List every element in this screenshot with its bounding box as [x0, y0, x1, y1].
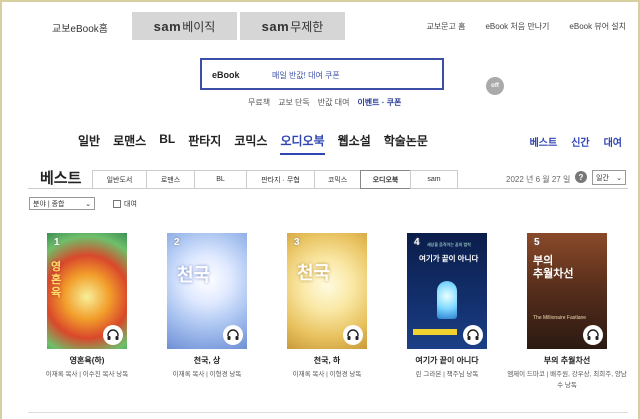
cover-subtitle-text: 세상을 움직이는 꿈의 법칙: [427, 242, 471, 247]
book-author: 이재록 목사 | 이형경 낭독: [172, 371, 242, 378]
rank-number: 3: [294, 237, 300, 248]
book-author: 이재록 목사 | 이형경 낭독: [292, 371, 362, 378]
section-title: 베스트: [40, 170, 82, 187]
search-category-label[interactable]: eBook: [212, 70, 240, 80]
book-cover[interactable]: 4 세상을 움직이는 꿈의 법칙 여기가 끝이 아니다: [407, 233, 487, 349]
cover-title-text: 천국: [177, 265, 211, 286]
genre-bl[interactable]: BL: [159, 132, 175, 155]
off-toggle-button[interactable]: off: [486, 77, 504, 95]
new-link[interactable]: 신간: [571, 134, 589, 149]
ranking-date: 2022 년 6 월 27 일: [506, 175, 571, 184]
headphone-icon: [343, 325, 363, 345]
rental-checkbox[interactable]: 대여: [113, 199, 137, 209]
checkbox-icon: [113, 200, 121, 208]
cover-title-text: 여기가 끝이 아니다: [419, 254, 479, 263]
free-books-link[interactable]: 무료책: [248, 97, 270, 108]
tab-fantasy[interactable]: 판타지 · 무협: [246, 170, 314, 189]
genre-comics[interactable]: 코믹스: [234, 132, 267, 155]
book-cover[interactable]: 1 영혼육: [47, 233, 127, 349]
search-input[interactable]: [272, 64, 437, 86]
rank-number: 5: [534, 237, 540, 248]
kyobo-home-link[interactable]: 교보문고 홈: [426, 21, 465, 32]
tab-sam[interactable]: sam: [410, 170, 458, 189]
headphone-icon: [583, 325, 603, 345]
period-value: 일간: [596, 174, 609, 182]
cover-title-text: 부의 추월차선: [533, 255, 574, 280]
listing-nav: 베스트 신간 대여: [530, 134, 622, 149]
top-bar: 교보eBook홈 sam 베이직 sam 무제한 교보문고 홈 eBook 처음…: [2, 10, 638, 42]
section-bottom-divider: [28, 412, 628, 413]
rank-number: 4: [414, 237, 420, 248]
genre-fantasy[interactable]: 판타지: [188, 132, 221, 155]
book-cover[interactable]: 5 부의 추월차선 The Millionaire Fastlane: [527, 233, 607, 349]
sam-unlimited-label: 무제한: [290, 19, 324, 34]
question-icon[interactable]: ?: [575, 171, 587, 183]
tab-general[interactable]: 일반도서: [92, 170, 146, 189]
tab-audiobook[interactable]: 오디오북: [360, 170, 410, 189]
book-title[interactable]: 천국, 하: [267, 355, 387, 366]
category-filter-select[interactable]: 분야 | 종합 ⌄: [29, 197, 95, 210]
tab-bl[interactable]: BL: [194, 170, 246, 189]
book-title[interactable]: 영혼육(하): [27, 355, 147, 366]
kyobo-exclusive-link[interactable]: 교보 단독: [278, 97, 310, 108]
chevron-down-icon: ⌄: [85, 200, 91, 208]
best-link[interactable]: 베스트: [530, 134, 558, 149]
period-select[interactable]: 일간 ⌄: [592, 170, 626, 185]
tab-romance[interactable]: 로맨스: [146, 170, 194, 189]
headphone-icon: [103, 325, 123, 345]
book-author: 린 그라본 | 책주님 낭독: [415, 371, 479, 378]
chevron-down-icon: ⌄: [616, 174, 622, 182]
cover-title-text: 영혼육: [51, 261, 62, 299]
rental-link[interactable]: 대여: [604, 134, 622, 149]
book-author: 이재록 목사 | 이수진 목사 낭독: [45, 371, 129, 378]
sam-basic-tab[interactable]: sam 베이직: [132, 12, 237, 40]
ebook-viewer-link[interactable]: eBook 뷰어 설치: [569, 21, 626, 32]
sam-logo: sam: [261, 18, 290, 34]
sam-unlimited-tab[interactable]: sam 무제한: [240, 12, 345, 40]
cover-title-text: 천국: [297, 263, 331, 284]
genre-academic[interactable]: 학술논문: [384, 132, 428, 155]
book-cover[interactable]: 3 천국: [287, 233, 367, 349]
genre-nav: 일반 로맨스 BL 판타지 코믹스 오디오북 웹소설 학술논문: [78, 132, 428, 155]
rank-number: 2: [174, 237, 180, 248]
search-box: eBook: [200, 58, 444, 90]
utility-links: 교보문고 홈 eBook 처음 만나기 eBook 뷰어 설치: [426, 21, 626, 32]
book-title[interactable]: 천국, 상: [147, 355, 267, 366]
headphone-icon: [463, 325, 483, 345]
sam-logo: sam: [153, 18, 182, 34]
book-cover[interactable]: 2 천국: [167, 233, 247, 349]
book-title[interactable]: 부의 추월차선: [507, 355, 627, 366]
rank-number: 1: [54, 237, 60, 248]
book-title[interactable]: 여기가 끝이 아니다: [387, 355, 507, 366]
cover-banner: [413, 329, 457, 335]
book-author: 엠제이 드마코 | 배주원, 강우상, 최희주, 양남수 낭독: [507, 371, 627, 389]
cover-subtitle-text: The Millionaire Fastlane: [533, 315, 587, 321]
genre-romance[interactable]: 로맨스: [113, 132, 146, 155]
genre-webnovel[interactable]: 웹소설: [338, 132, 371, 155]
genre-audiobook[interactable]: 오디오북: [280, 132, 325, 155]
ebook-home-link[interactable]: 교보eBook홈: [52, 20, 108, 35]
category-tabs: 일반도서 로맨스 BL 판타지 · 무협 코믹스 오디오북 sam: [92, 170, 458, 189]
genre-general[interactable]: 일반: [78, 132, 100, 155]
quick-links: 무료책 교보 단독 반값 대여 이벤트 · 쿠폰: [248, 97, 401, 108]
tab-comics[interactable]: 코믹스: [314, 170, 360, 189]
half-price-rental-link[interactable]: 반값 대여: [318, 97, 350, 108]
filter-value: 분야 | 종합: [33, 200, 65, 208]
door-illustration: [437, 281, 457, 319]
rental-checkbox-label: 대여: [124, 201, 137, 208]
headphone-icon: [223, 325, 243, 345]
sam-basic-label: 베이직: [182, 19, 216, 34]
event-coupon-link[interactable]: 이벤트 · 쿠폰: [357, 97, 401, 108]
ebook-guide-link[interactable]: eBook 처음 만나기: [485, 21, 549, 32]
